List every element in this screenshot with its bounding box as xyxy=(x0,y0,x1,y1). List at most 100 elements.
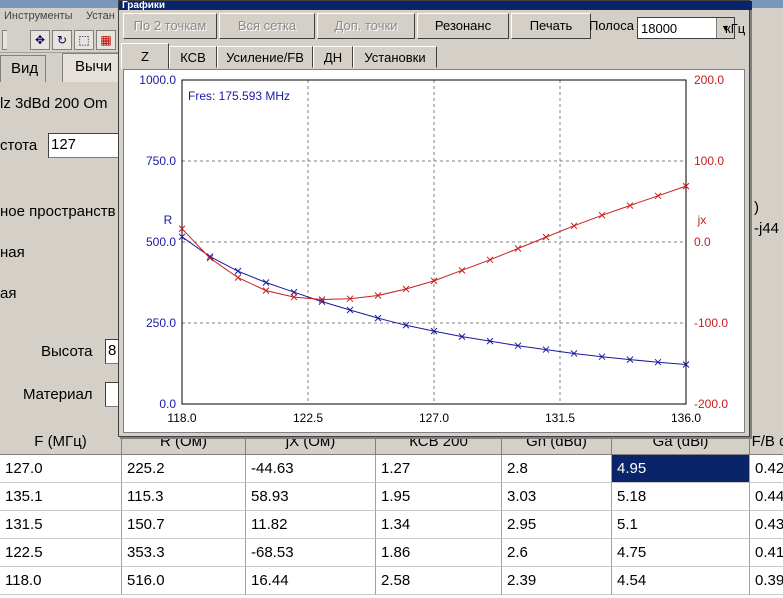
environment-option-2: ная xyxy=(0,244,25,261)
cell-gh[interactable]: 2.95 xyxy=(502,511,612,539)
cell-ga[interactable]: 5.18 xyxy=(612,483,750,511)
data-point-jx xyxy=(514,245,522,252)
data-point-jx xyxy=(486,256,494,264)
cell-jx[interactable]: 58.93 xyxy=(246,483,376,511)
left-tick-label: 250.0 xyxy=(146,316,176,330)
cell-gh[interactable]: 3.03 xyxy=(502,483,612,511)
cell-fb[interactable]: 0.39 xyxy=(750,567,783,595)
cell-gh[interactable]: 2.6 xyxy=(502,539,612,567)
data-point-jx xyxy=(458,266,466,274)
cell-swr[interactable]: 1.27 xyxy=(376,455,502,483)
move-icon[interactable]: ✥ xyxy=(30,30,50,50)
data-point-jx xyxy=(626,202,634,209)
data-point-r xyxy=(346,306,354,314)
cell-swr[interactable]: 1.86 xyxy=(376,539,502,567)
tool-icon[interactable]: ▦ xyxy=(96,30,116,50)
select-icon[interactable]: ⬚ xyxy=(74,30,94,50)
right-tick-label: -200.0 xyxy=(694,397,728,411)
col-header-fb[interactable]: F/B d xyxy=(750,428,783,455)
cell-jx[interactable]: -44.63 xyxy=(246,455,376,483)
x-tick-label: 122.5 xyxy=(293,411,323,425)
frequency-label: стота xyxy=(0,137,38,154)
left-tick-label: 750.0 xyxy=(146,154,176,168)
extra-points-button[interactable]: Доп. точки xyxy=(317,13,415,39)
cell-r[interactable]: 150.7 xyxy=(122,511,246,539)
tab-z[interactable]: Z xyxy=(121,43,169,69)
results-table: F (МГц) R (Ом) jX (Ом) КСВ 200 Gh (dBd) … xyxy=(0,428,783,598)
data-point-jx xyxy=(598,211,606,219)
tab-gain-fb[interactable]: Усиление/FB xyxy=(217,46,313,68)
data-point-jx xyxy=(570,222,578,230)
cell-fb[interactable]: 0.41 xyxy=(750,539,783,567)
resonance-button[interactable]: Резонанс xyxy=(417,13,509,39)
data-point-jx xyxy=(234,274,242,281)
right-tick-label: 200.0 xyxy=(694,73,724,87)
x-tick-label: 131.5 xyxy=(545,411,575,425)
full-grid-button[interactable]: Вся сетка xyxy=(219,13,315,39)
cell-swr[interactable]: 1.34 xyxy=(376,511,502,539)
left-tick-label: 1000.0 xyxy=(139,73,176,87)
resonance-annotation: Fres: 175.593 MHz xyxy=(188,89,290,103)
col-header-freq[interactable]: F (МГц) xyxy=(0,428,122,455)
right-fragment-2: -j44 xyxy=(754,220,780,237)
x-tick-label: 118.0 xyxy=(167,411,196,425)
tab-view-label: Вид xyxy=(11,60,39,77)
cell-r[interactable]: 225.2 xyxy=(122,455,246,483)
right-fragment-1: ) xyxy=(754,199,759,216)
cell-fb[interactable]: 0.43 xyxy=(750,511,783,539)
data-point-r xyxy=(262,279,270,286)
cell-fb[interactable]: 0.44 xyxy=(750,483,783,511)
material-label: Материал xyxy=(23,386,93,403)
left-tick-label: 0.0 xyxy=(159,397,176,411)
cell-jx[interactable]: -68.53 xyxy=(246,539,376,567)
left-tick-label: 500.0 xyxy=(146,235,176,249)
cell-r[interactable]: 115.3 xyxy=(122,483,246,511)
left-axis-label: R xyxy=(164,213,173,227)
cell-jx[interactable]: 11.82 xyxy=(246,511,376,539)
frequency-input[interactable]: 127 xyxy=(48,133,120,158)
band-select-value: 18000 xyxy=(641,21,678,36)
tab-calc-label: Вычи xyxy=(75,58,112,75)
menu-item-tools[interactable]: Инструменты xyxy=(4,10,73,22)
tab-swr[interactable]: КСВ xyxy=(169,46,217,68)
cell-swr[interactable]: 2.58 xyxy=(376,567,502,595)
cell-gh[interactable]: 2.8 xyxy=(502,455,612,483)
toolbar-edge xyxy=(2,30,7,50)
tab-calc[interactable]: Вычи xyxy=(62,53,125,82)
band-select[interactable]: 18000 ▼ xyxy=(637,17,735,39)
data-point-r xyxy=(234,267,242,275)
cell-r[interactable]: 353.3 xyxy=(122,539,246,567)
cell-freq[interactable]: 127.0 xyxy=(0,455,122,483)
cell-ga[interactable]: 4.95 xyxy=(612,455,750,483)
tab-settings[interactable]: Установки xyxy=(353,46,437,68)
antenna-description: lz 3dBd 200 Om xyxy=(0,95,108,112)
cell-freq[interactable]: 122.5 xyxy=(0,539,122,567)
menu-item-settings[interactable]: Устан xyxy=(86,10,115,22)
cell-jx[interactable]: 16.44 xyxy=(246,567,376,595)
height-label: Высота xyxy=(41,343,93,360)
cell-freq[interactable]: 131.5 xyxy=(0,511,122,539)
right-tick-label: 0.0 xyxy=(694,235,711,249)
main-toolbar: ✥ ↻ ⬚ ▦ xyxy=(0,26,120,53)
environment-option-3: ая xyxy=(0,285,17,302)
right-axis-label: jx xyxy=(697,213,707,227)
x-tick-label: 136.0 xyxy=(671,411,701,425)
data-point-jx xyxy=(542,233,550,241)
band-unit: кГц xyxy=(725,21,746,36)
print-button[interactable]: Печать xyxy=(511,13,591,39)
cell-ga[interactable]: 5.1 xyxy=(612,511,750,539)
two-points-button[interactable]: По 2 точкам xyxy=(123,13,217,39)
cell-swr[interactable]: 1.95 xyxy=(376,483,502,511)
cell-ga[interactable]: 4.54 xyxy=(612,567,750,595)
data-point-jx xyxy=(654,192,662,200)
cell-freq[interactable]: 135.1 xyxy=(0,483,122,511)
tab-pattern[interactable]: ДН xyxy=(313,46,353,68)
cell-r[interactable]: 516.0 xyxy=(122,567,246,595)
cell-gh[interactable]: 2.39 xyxy=(502,567,612,595)
cell-ga[interactable]: 4.75 xyxy=(612,539,750,567)
x-tick-label: 127.0 xyxy=(419,411,449,425)
cell-fb[interactable]: 0.42 xyxy=(750,455,783,483)
rotate-icon[interactable]: ↻ xyxy=(52,30,72,50)
tab-view[interactable]: Вид xyxy=(0,55,46,82)
cell-freq[interactable]: 118.0 xyxy=(0,567,122,595)
